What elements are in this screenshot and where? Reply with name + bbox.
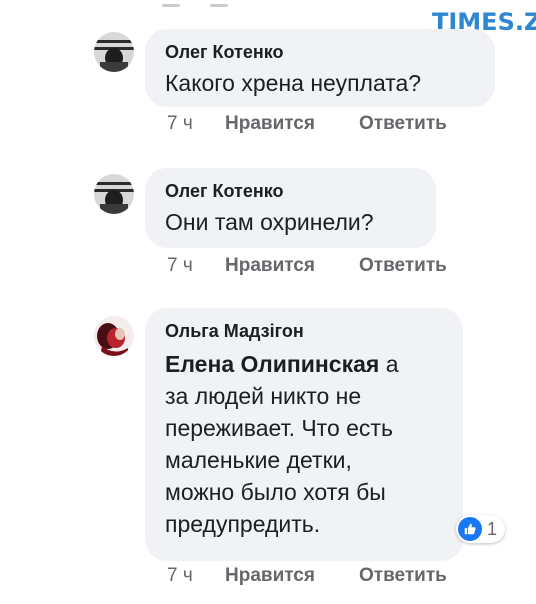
avatar-photo — [94, 174, 134, 214]
comment-text: Какого хрена неуплата? — [165, 70, 422, 96]
avatar[interactable] — [94, 316, 134, 356]
comment-line: предупредить. — [165, 511, 321, 537]
comment-bubble: Олег Котенко Они там охринели? — [145, 168, 436, 248]
comment-time[interactable]: 7 ч — [167, 565, 225, 587]
comment-line: переживает. Что есть — [165, 415, 393, 441]
thumbs-up-icon — [458, 517, 482, 541]
avatar-photo — [94, 32, 134, 72]
comment-author[interactable]: Олег Котенко — [165, 41, 475, 63]
comment-time[interactable]: 7 ч — [167, 255, 225, 277]
comment-actions: 7 ч Нравится Ответить — [167, 565, 447, 587]
reply-button[interactable]: Ответить — [359, 565, 447, 587]
reply-button[interactable]: Ответить — [359, 113, 447, 135]
comment-line: маленькие детки, — [165, 447, 352, 473]
comment-line: Елена Олипинская а — [165, 351, 398, 377]
comment-author[interactable]: Олег Котенко — [165, 180, 416, 202]
comment-bubble: Олег Котенко Какого хрена неуплата? — [145, 29, 495, 107]
avatar-photo — [94, 316, 134, 356]
comment-line: за людей никто не — [165, 383, 362, 409]
reply-button[interactable]: Ответить — [359, 255, 447, 277]
comment-author[interactable]: Ольга Мадзігон — [165, 320, 443, 342]
avatar[interactable] — [94, 174, 134, 214]
fragment-bar — [210, 4, 228, 7]
comment-actions: 7 ч Нравится Ответить — [167, 255, 447, 277]
like-button[interactable]: Нравится — [225, 565, 359, 587]
comment-text-fragment: а — [385, 351, 399, 377]
comment-bubble: Ольга Мадзігон Елена Олипинская а за люд… — [145, 308, 463, 561]
mentioned-user-link[interactable]: Елена Олипинская — [165, 351, 379, 377]
comment-time[interactable]: 7 ч — [167, 113, 225, 135]
previous-comment-actions-fragment — [162, 0, 282, 7]
fragment-bar — [162, 4, 180, 7]
comment-text: Елена Олипинская а за людей никто не пер… — [165, 348, 443, 540]
comment-line: можно было хотя бы — [165, 479, 386, 505]
comment-text: Они там охринели? — [165, 209, 374, 235]
reaction-summary[interactable]: 1 — [456, 515, 506, 543]
like-button[interactable]: Нравится — [225, 255, 359, 277]
avatar[interactable] — [94, 32, 134, 72]
comment-actions: 7 ч Нравится Ответить — [167, 113, 447, 135]
thumbs-up-glyph — [464, 523, 476, 535]
reaction-count: 1 — [487, 518, 498, 539]
like-button[interactable]: Нравится — [225, 113, 359, 135]
